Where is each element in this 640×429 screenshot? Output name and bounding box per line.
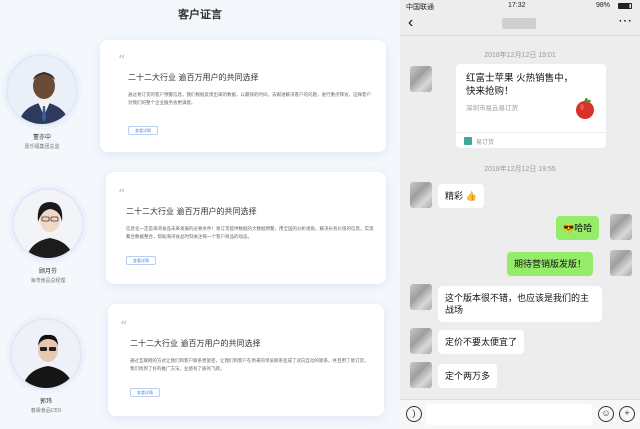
contact-avatar-blurred <box>410 284 432 310</box>
battery-icon <box>618 3 632 9</box>
card-body: 信息化一定是海湾食品未来发展的必要条件！易订货提供数据的大数据预警，用全国的分析… <box>126 227 374 240</box>
chat-title-blurred <box>502 18 536 29</box>
message-bubble-right: 😎哈哈 <box>556 216 600 240</box>
testimonial-person-3: 郭玮 春霖食品CEO <box>4 318 88 414</box>
section-title: 客户证言 <box>178 8 222 21</box>
person-role: 嘉乐福集团总监 <box>24 144 60 150</box>
emoji-icon[interactable]: ☺ <box>598 406 614 422</box>
person-role: 海湾食品总经理 <box>30 278 66 284</box>
my-avatar-blurred <box>610 250 632 276</box>
card-headline: 二十二大行业 逾百万用户的共同选择 <box>126 207 257 216</box>
link-card-subtitle: 深圳市易云易订货 <box>466 105 518 112</box>
message-bubble-left: 定个两万多 <box>438 364 498 388</box>
chat-input-bar: ) ☺ + <box>400 399 640 429</box>
card-body: 通过易订货的客户预警信息，我们根据反馈出来的数据，以最快的时间，去跟进解决客户的… <box>128 93 371 106</box>
carrier-label: 中国联通 <box>406 4 434 11</box>
person-name: 董亦中 <box>32 134 51 141</box>
card-headline: 二十二大行业 逾百万用户的共同选择 <box>130 339 261 348</box>
timestamp: 2018年12月12日 19:01 <box>484 52 556 59</box>
testimonial-card-2: “ 二十二大行业 逾百万用户的共同选择 信息化一定是海湾食品未来发展的必要条件！… <box>106 172 386 284</box>
avatar <box>6 54 78 126</box>
app-logo-icon <box>464 137 472 145</box>
contact-avatar-blurred <box>410 66 432 92</box>
person-name: 顾月芬 <box>38 268 57 275</box>
plus-icon[interactable]: + <box>619 406 635 422</box>
phone-chat-screen: 中国联通 17:32 98% ‹ ⋯ 2018年12月12日 19:01 红富士… <box>400 0 640 429</box>
battery-level: 98% <box>596 2 611 9</box>
timestamp: 2018年12月12日 19:55 <box>484 166 556 173</box>
clock: 17:32 <box>508 2 526 9</box>
person-role: 春霖食品CEO <box>30 408 62 414</box>
testimonial-person-1: 董亦中 嘉乐福集团总监 <box>0 54 84 150</box>
view-details-button[interactable]: 查看详情 <box>128 126 158 135</box>
testimonials-panel: 客户证言 董亦中 嘉乐福集团总监 “ 二十二大行业 逾百万用户的共同选择 通过易… <box>0 0 400 429</box>
status-bar: 中国联通 17:32 98% <box>400 0 640 12</box>
quote-icon: “ <box>120 319 128 335</box>
message-bubble-left: 这个版本很不错，也应该是我们的主战场 <box>438 286 602 322</box>
message-bubble-left: 精彩 👍 <box>438 184 484 208</box>
view-details-button[interactable]: 查看详情 <box>130 388 160 397</box>
card-headline: 二十二大行业 逾百万用户的共同选择 <box>128 73 259 82</box>
avatar <box>12 188 84 260</box>
testimonial-card-1: “ 二十二大行业 逾百万用户的共同选择 通过易订货的客户预警信息，我们根据反馈出… <box>100 40 386 152</box>
link-card-footer: 易订货 <box>456 132 606 148</box>
person-name: 郭玮 <box>39 398 52 405</box>
message-input[interactable] <box>426 404 592 425</box>
my-avatar-blurred <box>610 214 632 240</box>
contact-avatar-blurred <box>410 328 432 354</box>
back-icon[interactable]: ‹ <box>408 14 413 32</box>
message-bubble-left: 定价不要太便宜了 <box>438 330 525 354</box>
quote-icon: “ <box>118 187 126 203</box>
avatar <box>10 318 82 390</box>
quote-icon: “ <box>118 53 126 69</box>
more-icon[interactable]: ⋯ <box>618 12 632 29</box>
card-body: 通过互联网的方式让我们和客户联系更紧密，让我们和客户在原来的单层联系变成了双向互… <box>130 359 369 372</box>
message-bubble-right: 期待营销版发版！ <box>507 252 594 276</box>
link-card-title: 红富士苹果 火热销售中，快来抢购！ <box>466 73 574 97</box>
link-card-source: 易订货 <box>476 140 495 146</box>
view-details-button[interactable]: 查看详情 <box>126 256 156 265</box>
apple-icon <box>576 98 594 119</box>
testimonial-person-2: 顾月芬 海湾食品总经理 <box>6 188 90 284</box>
testimonial-card-3: “ 二十二大行业 逾百万用户的共同选择 通过互联网的方式让我们和客户联系更紧密，… <box>108 304 384 416</box>
contact-avatar-blurred <box>410 362 432 388</box>
shared-link-card[interactable]: 红富士苹果 火热销售中，快来抢购！ 深圳市易云易订货 易订货 <box>456 64 606 148</box>
contact-avatar-blurred <box>410 182 432 208</box>
voice-icon[interactable]: ) <box>406 406 422 422</box>
chat-navbar: ‹ ⋯ <box>400 12 640 36</box>
